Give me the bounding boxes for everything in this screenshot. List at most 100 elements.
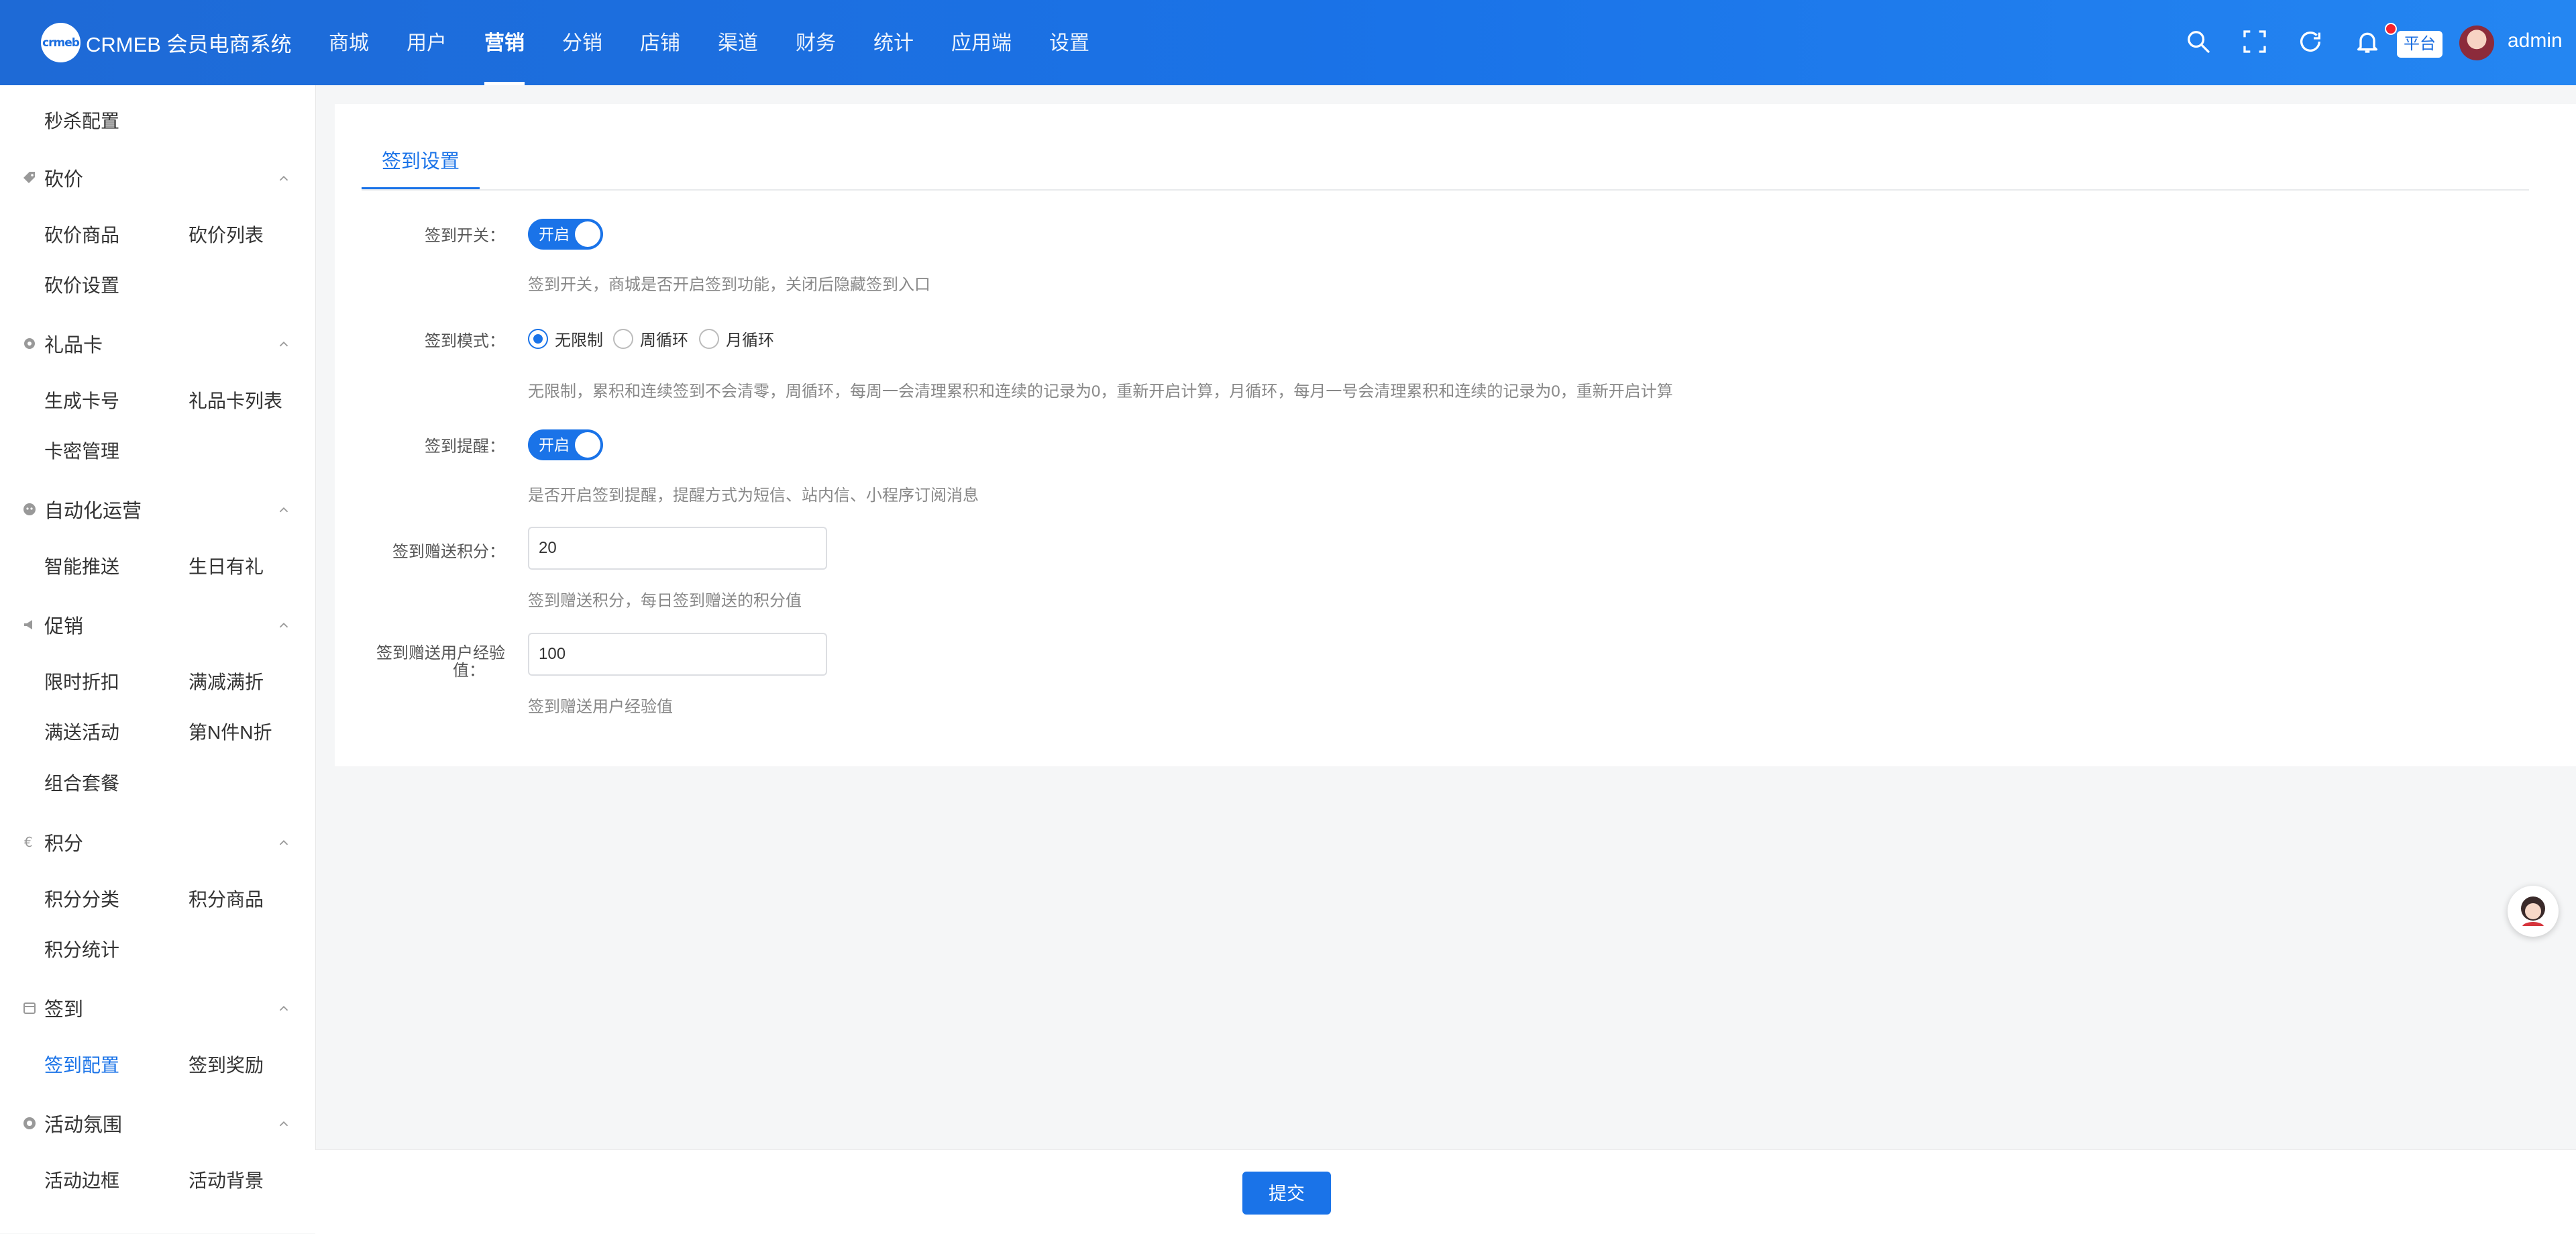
- sidebar-group-atmosphere[interactable]: 活动氛围: [21, 1109, 122, 1137]
- nav-item-apps[interactable]: 应用端: [932, 0, 1030, 85]
- sidebar-item-checkin-config[interactable]: 签到配置: [44, 1051, 119, 1078]
- sidebar-item-birthday-gift[interactable]: 生日有礼: [189, 552, 264, 579]
- chevron-up-icon[interactable]: [276, 1117, 291, 1131]
- sign-switch-help: 签到开关，商城是否开启签到功能，关闭后隐藏签到入口: [528, 276, 930, 294]
- refresh-icon[interactable]: [2297, 28, 2324, 55]
- nav-item-users[interactable]: 用户: [388, 0, 466, 85]
- sign-mode-radio-weekly[interactable]: 周循环: [613, 327, 688, 350]
- sidebar-group-bargain[interactable]: 砍价: [21, 164, 83, 192]
- switch-knob: [575, 432, 600, 458]
- radio-label: 月循环: [726, 331, 774, 350]
- nav-item-marketing[interactable]: 营销: [466, 0, 543, 85]
- chevron-up-icon[interactable]: [276, 1001, 291, 1016]
- sidebar-item-points-stats[interactable]: 积分统计: [44, 935, 119, 962]
- radio-label: 无限制: [555, 331, 603, 350]
- svg-text:€: €: [24, 834, 33, 850]
- chevron-up-icon[interactable]: [276, 503, 291, 517]
- sidebar-item-points-goods[interactable]: 积分商品: [189, 885, 264, 912]
- search-icon[interactable]: [2185, 28, 2212, 55]
- submit-button[interactable]: 提交: [1242, 1172, 1331, 1215]
- sidebar-group-gift-card[interactable]: 礼品卡: [21, 329, 103, 358]
- chevron-up-icon[interactable]: [276, 618, 291, 633]
- sidebar-item-activity-frame[interactable]: 活动边框: [44, 1166, 119, 1193]
- bell-icon[interactable]: [2354, 28, 2381, 55]
- nav-item-statistics[interactable]: 统计: [855, 0, 932, 85]
- sidebar-item-activity-background[interactable]: 活动背景: [189, 1166, 264, 1193]
- sidebar-item-combo[interactable]: 组合套餐: [44, 769, 119, 796]
- app-title: CRMEB 会员电商系统: [86, 33, 292, 56]
- nav-item-store[interactable]: 店铺: [621, 0, 699, 85]
- sidebar-item-gift-card-list[interactable]: 礼品卡列表: [189, 387, 282, 413]
- sign-exp-label-line2: 值：: [453, 662, 485, 680]
- radio-dot: [528, 328, 548, 349]
- calendar-icon: [23, 1002, 36, 1014]
- sidebar-item-nth-discount[interactable]: 第N件N折: [189, 718, 272, 745]
- footer-bar: 提交: [315, 1149, 2576, 1234]
- euro-icon: €: [24, 834, 33, 850]
- sign-remind-label: 签到提醒：: [425, 438, 505, 456]
- sidebar-group-label: 活动氛围: [44, 1115, 123, 1136]
- tag-icon: [23, 172, 35, 183]
- sidebar: 秒杀配置 砍价 砍价商品 砍价列表 砍价设置 礼品卡 生成卡号 礼品卡列表 卡密…: [0, 85, 316, 1233]
- sidebar-item-checkin-reward[interactable]: 签到奖励: [189, 1051, 264, 1078]
- nav-item-finance[interactable]: 财务: [777, 0, 855, 85]
- sign-switch-toggle[interactable]: 开启: [528, 219, 603, 250]
- chevron-up-icon[interactable]: [276, 171, 291, 186]
- logo-mark: crmeb: [41, 23, 80, 62]
- palette-icon: [23, 1117, 36, 1129]
- sidebar-item-card-secret[interactable]: 卡密管理: [44, 437, 119, 464]
- sidebar-item-full-reduction[interactable]: 满减满折: [189, 668, 264, 695]
- sidebar-item-seckill-config[interactable]: 秒杀配置: [44, 107, 119, 134]
- sign-switch-label: 签到开关：: [425, 227, 505, 245]
- sign-mode-radio-unlimited[interactable]: 无限制: [528, 327, 603, 350]
- radio-dot: [613, 328, 633, 349]
- sign-mode-radio-monthly[interactable]: 月循环: [699, 327, 774, 350]
- sidebar-group-label: 礼品卡: [44, 335, 103, 356]
- sidebar-item-points-category[interactable]: 积分分类: [44, 885, 119, 912]
- nav-item-channel[interactable]: 渠道: [699, 0, 777, 85]
- fullscreen-icon[interactable]: [2241, 28, 2268, 55]
- sidebar-group-automation[interactable]: 自动化运营: [21, 495, 142, 523]
- robot-icon: [23, 503, 36, 515]
- sidebar-group-points[interactable]: € 积分: [21, 828, 83, 856]
- logo[interactable]: crmeb CRMEB 会员电商系统: [41, 23, 292, 62]
- username[interactable]: admin: [2508, 30, 2563, 52]
- sidebar-item-bargain-settings[interactable]: 砍价设置: [44, 271, 119, 298]
- sidebar-group-label: 积分: [44, 833, 84, 855]
- sidebar-item-generate-card-no[interactable]: 生成卡号: [44, 387, 119, 413]
- sidebar-group-label: 自动化运营: [44, 501, 142, 522]
- sidebar-group-promotion[interactable]: 促销: [21, 611, 83, 639]
- top-header: crmeb CRMEB 会员电商系统 商城 用户 营销 分销 店铺 渠道 财务 …: [0, 0, 2576, 85]
- sidebar-item-flash-discount[interactable]: 限时折扣: [44, 668, 119, 695]
- radio-label: 周循环: [640, 331, 688, 350]
- customer-service-icon: [2521, 896, 2545, 926]
- sign-mode-label: 签到模式：: [425, 332, 505, 350]
- switch-state-text: 开启: [539, 225, 570, 243]
- sign-exp-input[interactable]: 100: [528, 633, 827, 676]
- chevron-up-icon[interactable]: [276, 835, 291, 850]
- megaphone-icon: [24, 620, 32, 629]
- sign-points-label: 签到赠送积分：: [392, 543, 505, 561]
- sign-points-help: 签到赠送积分，每日签到赠送的积分值: [528, 592, 802, 610]
- chevron-up-icon[interactable]: [276, 337, 291, 352]
- nav-item-settings[interactable]: 设置: [1030, 0, 1108, 85]
- sidebar-item-smart-push[interactable]: 智能推送: [44, 552, 119, 579]
- sidebar-item-full-gift[interactable]: 满送活动: [44, 718, 119, 745]
- sidebar-item-bargain-list[interactable]: 砍价列表: [189, 221, 264, 248]
- avatar[interactable]: [2459, 25, 2494, 60]
- sidebar-group-label: 签到: [44, 999, 84, 1021]
- nav-item-mall[interactable]: 商城: [310, 0, 388, 85]
- sidebar-item-bargain-goods[interactable]: 砍价商品: [44, 221, 119, 248]
- tab-checkin-settings[interactable]: 签到设置: [362, 136, 480, 190]
- customer-service-button[interactable]: [2508, 886, 2559, 937]
- sign-remind-help: 是否开启签到提醒，提醒方式为短信、站内信、小程序订阅消息: [528, 486, 979, 505]
- platform-tag[interactable]: 平台: [2397, 31, 2443, 58]
- sign-exp-label: 签到赠送用户经验 值：: [362, 645, 505, 680]
- sign-remind-toggle[interactable]: 开启: [528, 429, 603, 460]
- sidebar-group-checkin[interactable]: 签到: [21, 994, 83, 1022]
- sign-points-input[interactable]: 20: [528, 527, 827, 570]
- sign-exp-label-line1: 签到赠送用户经验: [376, 644, 505, 662]
- nav-item-distribution[interactable]: 分销: [543, 0, 621, 85]
- radio-dot: [699, 328, 719, 349]
- settings-card: 签到设置 签到开关： 开启 签到开关，商城是否开启签到功能，关闭后隐藏签到入口 …: [335, 104, 2576, 766]
